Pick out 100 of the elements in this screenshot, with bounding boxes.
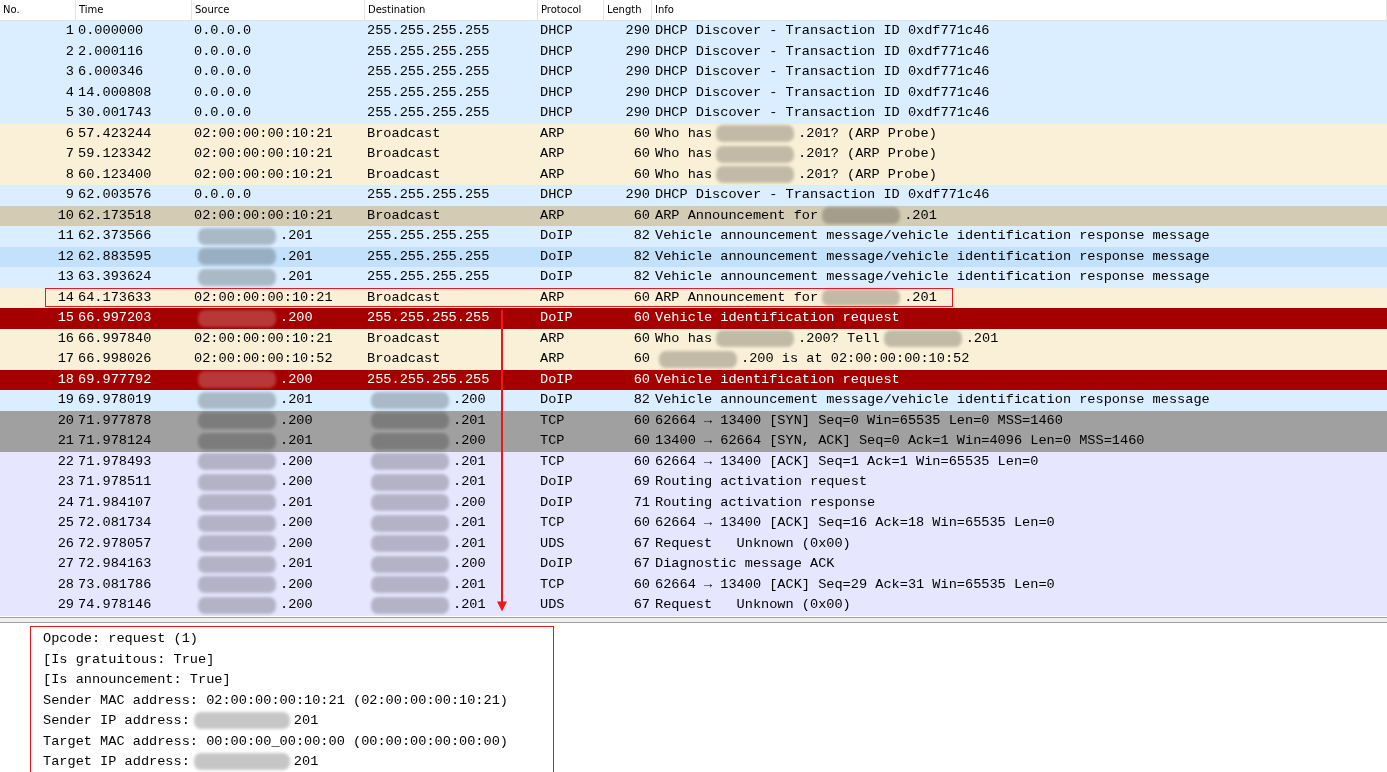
table-cell-text: DoIP [539,309,574,327]
table-cell-text: 12 [56,247,75,266]
table-cell-text: ARP [539,350,566,368]
table-cell-text: 64.173633 [77,288,153,307]
table-cell-text: 73.081786 [77,575,153,594]
column-header[interactable]: Protocol [538,0,604,20]
detail-text[interactable]: Sender IP address: [43,713,190,729]
table-cell-text: DHCP [539,42,574,61]
table-cell-text: .201 [280,227,313,245]
packet-row[interactable]: 11 62.373566 .201 255.255.255.255 DoIP 82 Vehicle announcement message/vehicle identification response message [0,226,1387,247]
column-header[interactable]: No. [0,0,76,20]
table-cell-text: 69 [632,473,651,491]
table-cell-text: Vehicle announcement message/vehicle identification response message [655,227,1210,245]
packet-row[interactable]: 4 14.000808 0.0.0.0 255.255.255.255 DHCP 290 DHCP Discover - Transaction ID 0xdf771c46 [0,82,1387,103]
table-cell-text: Broadcast [367,165,441,184]
packet-row[interactable]: 23 71.978511 .200 .201 DoIP 69 Routing activation request [0,472,1387,493]
packet-row[interactable]: 3 6.000346 0.0.0.0 255.255.255.255 DHCP 290 DHCP Discover - Transaction ID 0xdf771c46 [0,62,1387,83]
packet-row[interactable]: 22 71.978493 .200 .201 TCP 60 62664 → 13400 [ACK] Seq=1 Ack=1 Win=65535 Len=0 [0,451,1387,472]
detail-text[interactable]: Target IP address: [43,754,190,770]
packet-row[interactable]: 13 63.393624 .201 255.255.255.255 DoIP 82 Vehicle announcement message/vehicle identification response message [0,267,1387,288]
table-cell-text: 24 [56,493,75,512]
table-cell-text: .201 [280,391,313,409]
packet-row[interactable]: 14 64.173633 02:00:00:00:10:21 Broadcast ARP 60 ARP Announcement for .201 [0,287,1387,308]
packet-row[interactable]: 9 62.003576 0.0.0.0 255.255.255.255 DHCP 290 DHCP Discover - Transaction ID 0xdf771c46 [0,185,1387,206]
table-cell-text: .201? (ARP Probe) [798,124,937,143]
packet-row[interactable]: 18 69.977792 .200 255.255.255.255 DoIP 60 Vehicle identification request [0,369,1387,390]
table-cell-text: 02:00:00:00:10:21 [194,165,333,184]
packet-row[interactable]: 15 66.997203 .200 255.255.255.255 DoIP 60 Vehicle identification request [0,308,1387,329]
table-cell-text: 255.255.255.255 [367,104,490,122]
table-cell-text: 255.255.255.255 [367,309,490,327]
table-cell-text: 60 [632,165,651,184]
table-cell-text: 255.255.255.255 [367,186,490,204]
table-cell-text: .200 [280,575,313,594]
table-cell-text: 69.978019 [77,391,153,409]
table-cell-text: TCP [539,411,566,430]
detail-text[interactable]: 201 [293,713,319,729]
table-cell-text: DHCP Discover - Transaction ID 0xdf771c46 [655,104,990,122]
packet-row[interactable]: 6 57.423244 02:00:00:00:10:21 Broadcast ARP 60 Who has .201? (ARP Probe) [0,123,1387,144]
packet-row[interactable]: 27 72.984163 .201 .200 DoIP 67 Diagnostic message ACK [0,554,1387,575]
detail-text[interactable]: Opcode: request (1) [43,631,198,647]
packet-row[interactable]: 5 30.001743 0.0.0.0 255.255.255.255 DHCP 290 DHCP Discover - Transaction ID 0xdf771c46 [0,103,1387,124]
table-cell-text: 60 [632,575,651,594]
packet-row[interactable]: 29 74.978146 .200 .201 UDS 67 Request Unknown (0x00) [0,595,1387,616]
table-cell-text: .201 [280,268,313,286]
table-cell-text: TCP [539,452,566,471]
table-cell-text: 13 [56,268,75,286]
table-cell-text: 60 [632,288,651,307]
table-cell-text: Who has [655,165,713,184]
packet-row[interactable]: 2 2.000116 0.0.0.0 255.255.255.255 DHCP 290 DHCP Discover - Transaction ID 0xdf771c46 [0,41,1387,62]
packet-row[interactable]: 20 71.977878 .200 .201 TCP 60 62664 → 13400 [SYN] Seq=0 Win=65535 Len=0 MSS=1460 [0,410,1387,431]
table-cell-text: 6 [64,124,75,143]
packet-row[interactable]: 24 71.984107 .201 .200 DoIP 71 Routing activation response [0,492,1387,513]
table-cell-text: DHCP [539,186,574,204]
table-cell-text: 02:00:00:00:10:21 [194,329,333,348]
detail-text[interactable]: [Is announcement: True] [43,672,231,688]
table-cell-text: 60 [632,145,651,163]
table-cell-text: DoIP [539,247,574,266]
detail-text[interactable]: Target MAC address: 00:00:00_00:00:00 (00:00:00:00:00:00) [43,733,508,749]
table-cell-text: .200 [280,596,313,614]
table-cell-text: 6.000346 [77,63,145,81]
detail-text[interactable]: 201 [293,754,319,770]
column-header[interactable]: Time [76,0,192,20]
packet-row[interactable]: 8 60.123400 02:00:00:00:10:21 Broadcast ARP 60 Who has .201? (ARP Probe) [0,164,1387,185]
table-cell-text: DHCP Discover - Transaction ID 0xdf771c46 [655,22,990,40]
table-cell-text: 60 [632,452,651,471]
column-header[interactable]: Length [604,0,652,20]
table-cell-text: 13400 → 62664 [SYN, ACK] Seq=0 Ack=1 Win=4096 Len=0 MSS=1460 [655,432,1145,450]
detail-text[interactable]: [Is gratuitous: True] [43,651,215,667]
packet-row[interactable]: 1 0.000000 0.0.0.0 255.255.255.255 DHCP 290 DHCP Discover - Transaction ID 0xdf771c46 [0,21,1387,42]
table-cell-text: Routing activation response [655,493,876,512]
detail-text[interactable]: Sender MAC address: 02:00:00:00:10:21 (02:00:00:00:10:21) [43,692,508,708]
packet-row[interactable]: 28 73.081786 .200 .201 TCP 60 62664 → 13400 [ACK] Seq=29 Ack=31 Win=65535 Len=0 [0,574,1387,595]
packet-row[interactable]: 12 62.883595 .201 255.255.255.255 DoIP 82 Vehicle announcement message/vehicle identification response message [0,246,1387,267]
packet-row[interactable]: 19 69.978019 .201 .200 DoIP 82 Vehicle announcement message/vehicle identification response message [0,390,1387,411]
table-cell-text: 22 [56,452,75,471]
table-cell-text: 02:00:00:00:10:52 [194,350,333,368]
table-cell-text: Vehicle announcement message/vehicle identification response message [655,391,1210,409]
packet-row[interactable]: 7 59.123342 02:00:00:00:10:21 Broadcast ARP 60 Who has .201? (ARP Probe) [0,144,1387,165]
table-cell-text: DHCP [539,83,574,102]
table-cell-text: 62664 → 13400 [ACK] Seq=29 Ack=31 Win=65535 Len=0 [655,575,1055,594]
packet-row[interactable]: 25 72.081734 .200 .201 TCP 60 62664 → 13400 [ACK] Seq=16 Ack=18 Win=65535 Len=0 [0,513,1387,534]
table-cell-text: ARP [539,206,566,225]
table-cell-text: .200 [280,309,313,327]
column-header[interactable]: Info [652,0,1387,20]
packet-row[interactable]: 17 66.998026 02:00:00:00:10:52 Broadcast ARP 60 .200 is at 02:00:00:00:10:52 [0,349,1387,370]
column-header[interactable]: Source [192,0,365,20]
packet-row[interactable]: 10 62.173518 02:00:00:00:10:21 Broadcast ARP 60 ARP Announcement for .201 [0,205,1387,226]
table-cell-text: DoIP [539,370,574,389]
table-cell-text: 0.0.0.0 [194,63,252,81]
table-cell-text: 71.978124 [77,432,153,450]
table-cell-text: 29 [56,596,75,614]
packet-row[interactable]: 16 66.997840 02:00:00:00:10:21 Broadcast ARP 60 Who has .200? Tell .201 [0,328,1387,349]
packet-row[interactable]: 21 71.978124 .201 .200 TCP 60 13400 → 62664 [SYN, ACK] Seq=0 Ack=1 Win=4096 Len=0 MSS=1460 [0,431,1387,452]
table-cell-text: .200 [280,411,313,430]
table-cell-text: 71.984107 [77,493,153,512]
table-cell-text: 255.255.255.255 [367,268,490,286]
column-header[interactable]: Destination [365,0,538,20]
table-cell-text: 2 [64,42,75,61]
packet-row[interactable]: 26 72.978057 .200 .201 UDS 67 Request Unknown (0x00) [0,533,1387,554]
table-cell-text: 27 [56,555,75,573]
